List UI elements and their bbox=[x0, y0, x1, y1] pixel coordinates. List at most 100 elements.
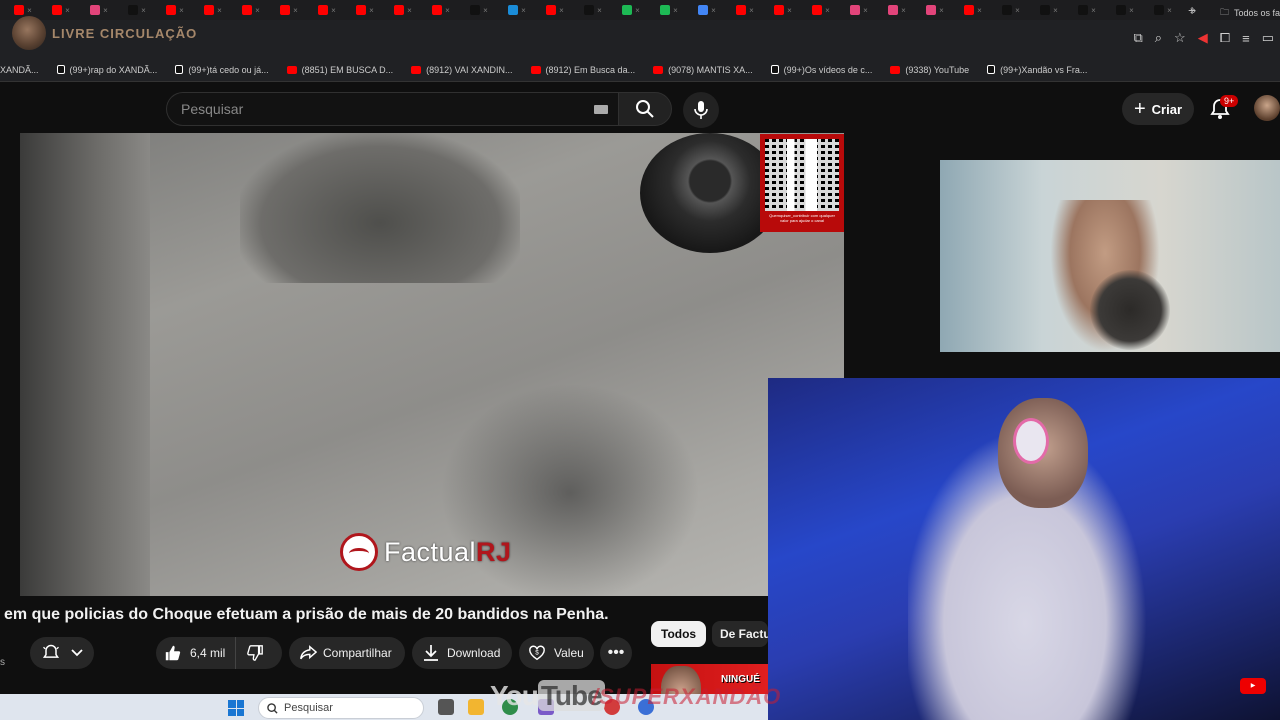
voice-search-button[interactable] bbox=[683, 92, 719, 128]
tab-close-icon[interactable]: × bbox=[977, 6, 982, 15]
browser-tab[interactable]: × bbox=[612, 1, 650, 19]
media-control-icon[interactable]: ≡ bbox=[1242, 31, 1250, 46]
tab-close-icon[interactable]: × bbox=[863, 6, 868, 15]
browser-tab[interactable]: × bbox=[308, 1, 346, 19]
tab-close-icon[interactable]: × bbox=[331, 6, 336, 15]
tab-close-icon[interactable]: × bbox=[711, 6, 716, 15]
browser-tab[interactable]: × bbox=[1144, 1, 1182, 19]
donation-qr-code: Quemquiser_contribuir com qualquer valor… bbox=[760, 134, 844, 232]
tab-close-icon[interactable]: × bbox=[141, 6, 146, 15]
keyboard-icon[interactable] bbox=[594, 105, 608, 114]
bookmark-item[interactable]: (99+)tá cedo ou já... bbox=[175, 65, 269, 75]
tab-close-icon[interactable]: × bbox=[445, 6, 450, 15]
browser-tab[interactable]: × bbox=[384, 1, 422, 19]
extensions-icon[interactable]: ⧠ bbox=[1220, 30, 1230, 46]
tab-close-icon[interactable]: × bbox=[749, 6, 754, 15]
video-player[interactable]: FactualRJ bbox=[20, 133, 844, 596]
search-input[interactable]: Pesquisar bbox=[166, 92, 618, 126]
tab-close-icon[interactable]: × bbox=[407, 6, 412, 15]
tab-close-icon[interactable]: × bbox=[293, 6, 298, 15]
chip-from-channel[interactable]: De Factual bbox=[712, 621, 768, 647]
like-button[interactable]: 6,4 mil bbox=[156, 637, 237, 669]
tab-close-icon[interactable]: × bbox=[1167, 6, 1172, 15]
tab-close-icon[interactable]: × bbox=[939, 6, 944, 15]
tab-close-icon[interactable]: × bbox=[559, 6, 564, 15]
mute-icon[interactable]: ◀ bbox=[1198, 30, 1208, 46]
browser-tab[interactable]: × bbox=[422, 1, 460, 19]
windows-start-icon[interactable] bbox=[228, 700, 244, 716]
browser-tab[interactable]: × bbox=[916, 1, 954, 19]
browser-tab[interactable]: × bbox=[840, 1, 878, 19]
download-button[interactable]: Download bbox=[412, 637, 512, 669]
search-button[interactable] bbox=[618, 92, 672, 126]
bookmark-item[interactable]: (9338) YouTube bbox=[890, 65, 969, 75]
bookmark-item[interactable]: (8912) Em Busca da... bbox=[530, 65, 635, 75]
browser-tab[interactable]: × bbox=[650, 1, 688, 19]
tab-close-icon[interactable]: × bbox=[103, 6, 108, 15]
file-explorer-icon[interactable] bbox=[468, 699, 484, 715]
tab-close-icon[interactable]: × bbox=[825, 6, 830, 15]
zoom-icon[interactable]: ⌕ bbox=[1155, 30, 1162, 46]
tab-close-icon[interactable]: × bbox=[369, 6, 374, 15]
browser-tab[interactable]: × bbox=[460, 1, 498, 19]
browser-tab[interactable]: × bbox=[498, 1, 536, 19]
browser-tab[interactable]: × bbox=[802, 1, 840, 19]
browser-tab[interactable]: × bbox=[1106, 1, 1144, 19]
bookmark-star-icon[interactable]: ☆ bbox=[1174, 30, 1186, 46]
tab-close-icon[interactable]: × bbox=[27, 6, 32, 15]
more-actions-button[interactable]: ••• bbox=[600, 637, 632, 669]
create-button[interactable]: + Criar bbox=[1122, 93, 1194, 125]
browser-tab[interactable]: × bbox=[878, 1, 916, 19]
tab-close-icon[interactable]: × bbox=[673, 6, 678, 15]
screen-cast-icon[interactable]: ⧉ bbox=[1133, 30, 1142, 46]
all-bookmarks-folder[interactable]: 🗀 Todos os fa bbox=[1220, 5, 1280, 21]
tab-close-icon[interactable]: × bbox=[1053, 6, 1058, 15]
share-button[interactable]: Compartilhar bbox=[289, 637, 405, 669]
browser-tab[interactable]: × bbox=[992, 1, 1030, 19]
bookmark-item[interactable]: (99+)Xandão vs Fra... bbox=[987, 65, 1087, 75]
tab-close-icon[interactable]: × bbox=[65, 6, 70, 15]
tab-close-icon[interactable]: × bbox=[635, 6, 640, 15]
tab-close-icon[interactable]: × bbox=[1091, 6, 1096, 15]
tab-close-icon[interactable]: × bbox=[255, 6, 260, 15]
browser-tab[interactable]: × bbox=[1068, 1, 1106, 19]
bookmarks-more-button[interactable]: » bbox=[1190, 5, 1196, 17]
browser-tab[interactable]: × bbox=[1030, 1, 1068, 19]
bookmark-item[interactable]: (8912) VAI XANDIN... bbox=[411, 65, 513, 75]
bookmark-item[interactable]: XANDÃ... bbox=[0, 65, 39, 75]
tab-close-icon[interactable]: × bbox=[483, 6, 488, 15]
browser-tab[interactable]: × bbox=[270, 1, 308, 19]
side-panel-icon[interactable]: ▭ bbox=[1262, 30, 1274, 46]
tab-close-icon[interactable]: × bbox=[901, 6, 906, 15]
thanks-button[interactable]: $ Valeu bbox=[519, 637, 594, 669]
youtube-favicon-icon bbox=[286, 65, 297, 74]
tab-close-icon[interactable]: × bbox=[1129, 6, 1134, 15]
subscribe-bell-button[interactable] bbox=[30, 637, 94, 669]
tab-close-icon[interactable]: × bbox=[179, 6, 184, 15]
tab-close-icon[interactable]: × bbox=[521, 6, 526, 15]
tab-favicon-icon bbox=[546, 5, 557, 15]
tab-close-icon[interactable]: × bbox=[787, 6, 792, 15]
browser-tab[interactable]: × bbox=[194, 1, 232, 19]
taskbar-search-input[interactable]: Pesquisar bbox=[258, 697, 424, 719]
browser-tab[interactable]: × bbox=[726, 1, 764, 19]
profile-avatar[interactable] bbox=[1254, 95, 1280, 121]
chip-all[interactable]: Todos bbox=[651, 621, 707, 647]
dislike-button[interactable] bbox=[236, 637, 264, 669]
task-view-icon[interactable] bbox=[438, 699, 454, 715]
tab-close-icon[interactable]: × bbox=[217, 6, 222, 15]
bookmark-item[interactable]: (9078) MANTIS XA... bbox=[653, 65, 753, 75]
bookmark-item[interactable]: (8851) EM BUSCA D... bbox=[286, 65, 393, 75]
browser-tab[interactable]: × bbox=[536, 1, 574, 19]
tab-close-icon[interactable]: × bbox=[1015, 6, 1020, 15]
tab-favicon-icon bbox=[964, 5, 975, 15]
browser-tab[interactable]: × bbox=[954, 1, 992, 19]
tab-close-icon[interactable]: × bbox=[597, 6, 602, 15]
browser-tab[interactable]: × bbox=[232, 1, 270, 19]
browser-tab[interactable]: × bbox=[574, 1, 612, 19]
browser-tab[interactable]: × bbox=[764, 1, 802, 19]
browser-tab[interactable]: × bbox=[688, 1, 726, 19]
bookmark-item[interactable]: (99+)rap do XANDÃ... bbox=[56, 65, 157, 75]
bookmark-item[interactable]: (99+)Os vídeos de c... bbox=[770, 65, 872, 75]
browser-tab[interactable]: × bbox=[346, 1, 384, 19]
